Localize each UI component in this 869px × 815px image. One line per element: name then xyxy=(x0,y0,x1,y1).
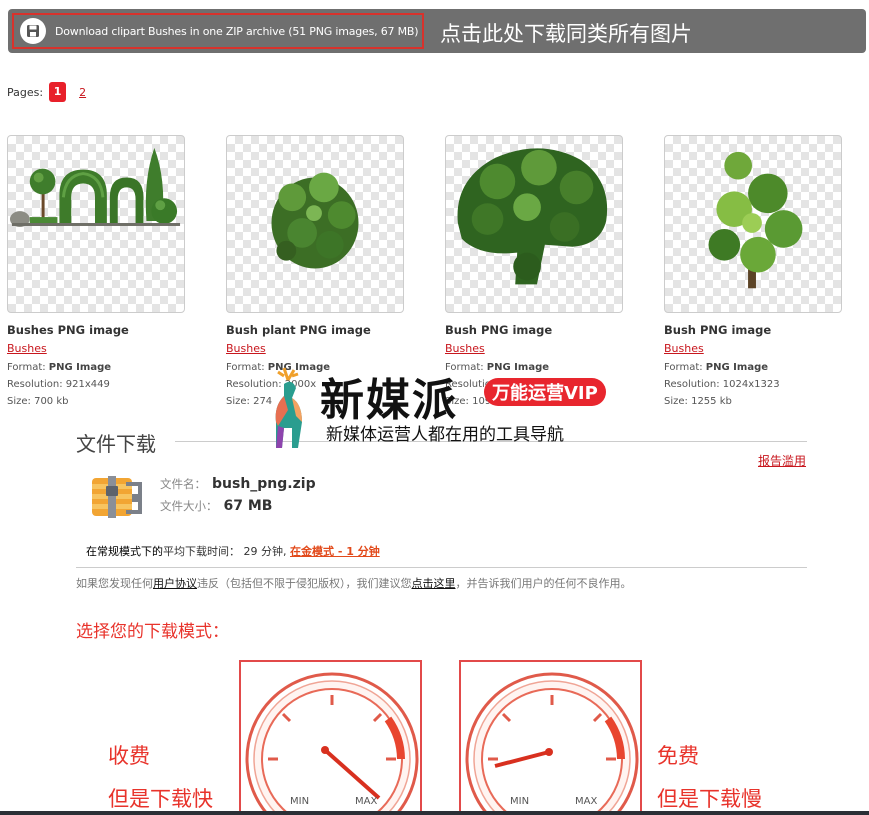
abuse-notice: 如果您发现任何用户协议违反（包括但不限于侵犯版权），我们建议您点击这里，并告诉我… xyxy=(76,577,632,590)
speedometer-icon: MIN MAX xyxy=(465,672,639,813)
download-heading: 文件下载 xyxy=(76,432,156,456)
pages-label: Pages: xyxy=(7,85,44,99)
zip-download-button[interactable]: Download clipart Bushes in one ZIP archi… xyxy=(12,13,424,49)
image-card: Bush PNG image Bushes Format: PNG Image … xyxy=(664,135,842,410)
free-note-line1: 免费 xyxy=(657,744,699,768)
card-title[interactable]: Bush PNG image xyxy=(664,323,842,337)
card-category-link[interactable]: Bushes xyxy=(664,342,842,355)
report-abuse-link[interactable]: 报告滥用 xyxy=(758,452,806,469)
card-meta: Format: PNG Image Resolution: 921x449 Si… xyxy=(7,362,112,407)
free-mode-option[interactable]: MIN MAX xyxy=(459,660,642,815)
svg-text:MAX: MAX xyxy=(355,796,377,807)
deer-logo-icon xyxy=(275,367,302,448)
card-title[interactable]: Bush plant PNG image xyxy=(226,323,404,337)
filename: bush_png.zip xyxy=(212,476,316,492)
page-current[interactable]: 1 xyxy=(49,82,67,102)
disk-icon xyxy=(20,18,46,44)
card-title[interactable]: Bush PNG image xyxy=(445,323,623,337)
paid-note-line2: 但是下载快 xyxy=(108,787,213,811)
mode-heading: 选择您的下载模式： xyxy=(76,622,229,642)
paid-mode-option[interactable]: MIN MAX xyxy=(239,660,422,815)
card-category-link[interactable]: Bushes xyxy=(7,342,185,355)
watermark-brand: 新媒派 xyxy=(320,375,458,426)
download-time: 在常规模式下的平均下载时间： 29 分钟, 在金模式 - 1 分钟 xyxy=(86,545,380,558)
zip-download-label: Download clipart Bushes in one ZIP archi… xyxy=(55,24,419,38)
filesize-row: 文件大小： 67 MB xyxy=(160,498,273,514)
svg-text:MAX: MAX xyxy=(575,796,597,807)
zip-annotation: 点击此处下载同类所有图片 xyxy=(440,22,692,46)
paid-note-line1: 收费 xyxy=(108,744,150,768)
user-agreement-link[interactable]: 用户协议 xyxy=(153,577,197,590)
page-link-2[interactable]: 2 xyxy=(79,86,86,99)
svg-text:MIN: MIN xyxy=(290,796,309,807)
divider xyxy=(76,567,807,568)
zip-download-bar: Download clipart Bushes in one ZIP archi… xyxy=(8,9,866,53)
filesize: 67 MB xyxy=(223,498,273,514)
card-category-link[interactable]: Bushes xyxy=(445,342,623,355)
free-note-line2: 但是下载慢 xyxy=(657,787,762,811)
bottom-bar xyxy=(0,811,869,815)
watermark: 新媒派 万能运营VIP 新媒体运营人都在用的工具导航 xyxy=(258,364,618,448)
image-thumbnail[interactable] xyxy=(664,135,842,313)
card-title[interactable]: Bushes PNG image xyxy=(7,323,185,337)
image-thumbnail[interactable] xyxy=(226,135,404,313)
image-card: Bushes PNG image Bushes Format: PNG Imag… xyxy=(7,135,185,410)
watermark-badge: 万能运营VIP xyxy=(484,378,606,406)
card-category-link[interactable]: Bushes xyxy=(226,342,404,355)
svg-text:MIN: MIN xyxy=(510,796,529,807)
image-thumbnail[interactable] xyxy=(445,135,623,313)
card-meta: Format: PNG Image Resolution: 1024x1323 … xyxy=(664,362,780,407)
image-thumbnail[interactable] xyxy=(7,135,185,313)
gold-mode-link[interactable]: 在金模式 - 1 分钟 xyxy=(290,545,380,558)
zip-file-icon xyxy=(88,472,144,526)
speedometer-icon: MIN MAX xyxy=(245,672,419,813)
filename-row: 文件名： bush_png.zip xyxy=(160,476,316,492)
watermark-slogan: 新媒体运营人都在用的工具导航 xyxy=(326,425,564,445)
pagination: Pages: 1 2 xyxy=(7,82,86,102)
click-here-link[interactable]: 点击这里 xyxy=(412,577,456,590)
